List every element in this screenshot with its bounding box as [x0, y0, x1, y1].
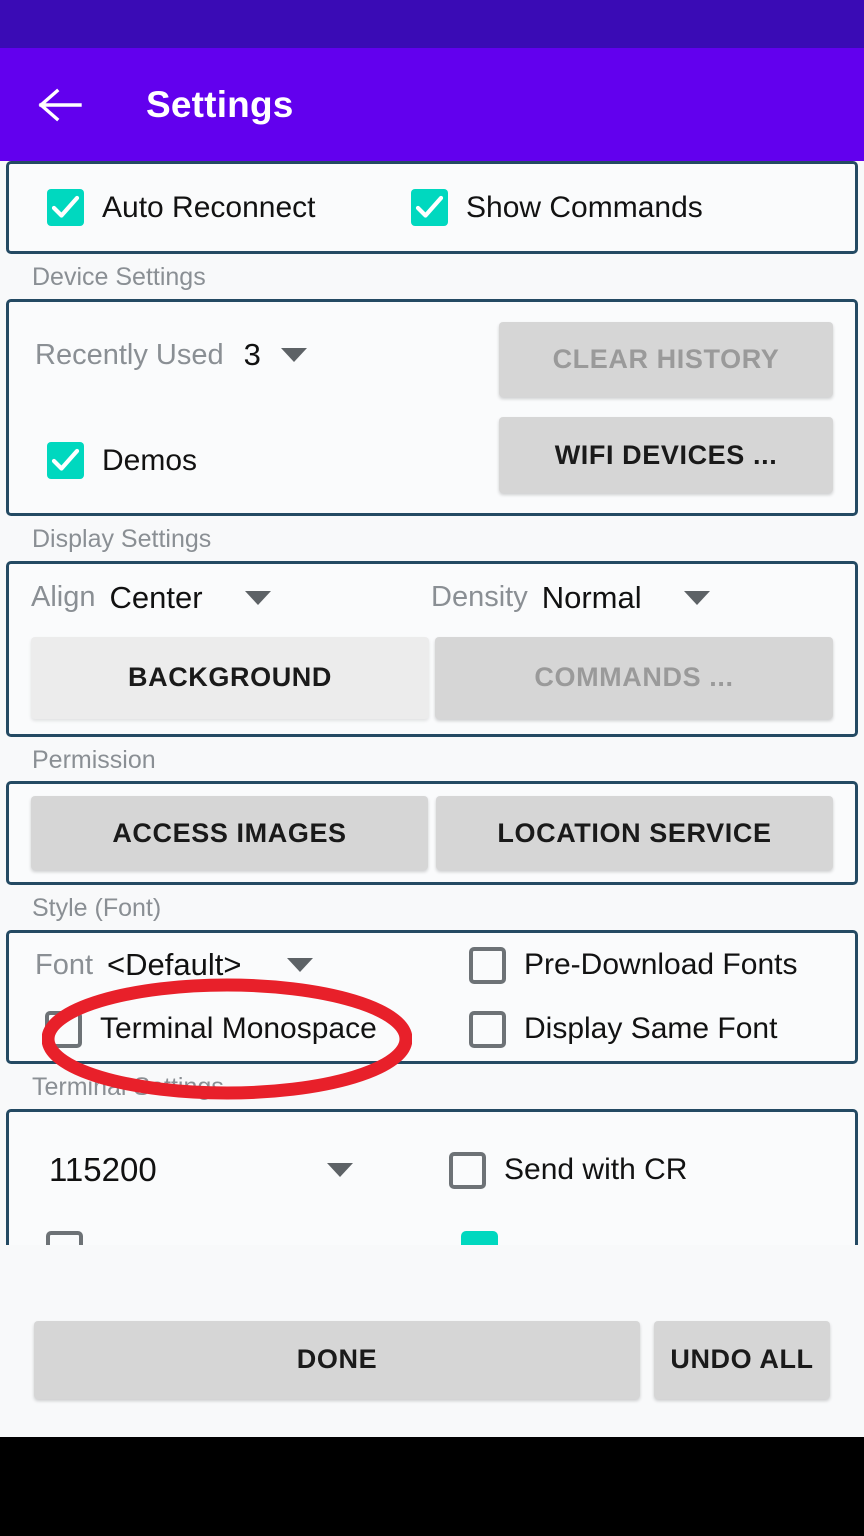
terminal-monospace-label: Terminal Monospace — [100, 1012, 377, 1045]
demos-label: Demos — [102, 443, 198, 477]
terminal-settings-section-label: Terminal Settings — [32, 1073, 224, 1101]
send-with-cr-label: Send with CR — [504, 1153, 688, 1187]
back-arrow-icon[interactable] — [34, 79, 86, 131]
recently-used-label: Recently Used — [35, 338, 224, 371]
font-label: Font — [35, 948, 94, 981]
chevron-down-icon[interactable] — [287, 958, 314, 972]
permission-panel: ACCESS IMAGES LOCATION SERVICE — [6, 781, 858, 886]
terminal-hidden-checkbox-right[interactable] — [461, 1230, 498, 1245]
permission-section-label: Permission — [32, 745, 156, 774]
wifi-devices-button[interactable]: WIFI DEVICES ... — [499, 417, 833, 493]
terminal-monospace-checkbox[interactable] — [45, 1010, 82, 1048]
density-label: Density — [431, 581, 528, 613]
terminal-hidden-checkbox-left[interactable] — [46, 1230, 83, 1245]
commands-button[interactable]: COMMANDS ... — [435, 636, 833, 719]
background-button[interactable]: BACKGROUND — [31, 636, 429, 719]
app-bar: Settings — [0, 48, 864, 161]
baud-rate-value: 115200 — [49, 1151, 157, 1189]
display-same-font-checkbox[interactable] — [469, 1010, 506, 1048]
chevron-down-icon[interactable] — [280, 348, 307, 363]
terminal-settings-clipped-row — [6, 1228, 858, 1245]
baud-rate-dropdown[interactable]: 115200 — [9, 1151, 449, 1189]
show-commands-row[interactable]: Show Commands — [411, 189, 703, 226]
send-with-cr-checkbox[interactable] — [449, 1151, 486, 1189]
density-value: Normal — [541, 579, 642, 615]
clear-history-button[interactable]: CLEAR HISTORY — [499, 321, 833, 398]
align-dropdown[interactable]: Align Center — [31, 580, 431, 616]
status-bar — [0, 0, 864, 48]
chevron-down-icon[interactable] — [683, 590, 710, 605]
align-value: Center — [109, 579, 203, 615]
chevron-down-icon[interactable] — [244, 590, 271, 605]
page-title: Settings — [146, 83, 294, 125]
device-settings-section-label: Device Settings — [32, 263, 206, 291]
pre-download-fonts-row[interactable]: Pre-Download Fonts — [469, 946, 855, 984]
general-toggles-panel: Auto Reconnect Show Commands — [6, 161, 858, 254]
system-navigation-bar — [0, 1437, 864, 1536]
font-value: <Default> — [107, 947, 242, 982]
terminal-settings-panel: 115200 Send with CR — [6, 1108, 858, 1229]
display-same-font-row[interactable]: Display Same Font — [469, 1010, 855, 1048]
auto-reconnect-checkbox[interactable] — [47, 189, 84, 226]
auto-reconnect-label: Auto Reconnect — [102, 190, 316, 224]
done-button[interactable]: DONE — [34, 1320, 640, 1399]
demos-row[interactable]: Demos — [35, 409, 489, 513]
style-font-panel: Font <Default> Pre-Download Fonts Termin… — [6, 930, 858, 1064]
send-with-cr-row[interactable]: Send with CR — [449, 1151, 855, 1189]
display-settings-panel: Align Center Density Normal BACKGROUND C… — [6, 560, 858, 737]
phone-screen: Settings Auto Reconnect Show Commands De… — [0, 0, 864, 1536]
display-same-font-label: Display Same Font — [524, 1012, 778, 1045]
bottom-action-bar: DONE UNDO ALL — [0, 1282, 864, 1437]
recently-used-row[interactable]: Recently Used 3 — [35, 302, 489, 409]
show-commands-checkbox[interactable] — [411, 189, 448, 226]
align-label: Align — [31, 581, 96, 613]
style-font-section-label: Style (Font) — [32, 894, 162, 923]
undo-all-button[interactable]: UNDO ALL — [654, 1320, 830, 1399]
font-dropdown[interactable]: Font <Default> — [9, 947, 469, 983]
recently-used-value: 3 — [243, 337, 261, 373]
pre-download-fonts-checkbox[interactable] — [469, 946, 506, 984]
chevron-down-icon[interactable] — [326, 1163, 353, 1178]
display-settings-section-label: Display Settings — [32, 524, 212, 553]
device-settings-panel: Recently Used 3 Demos CLEAR HISTORY WIFI… — [6, 298, 858, 516]
density-dropdown[interactable]: Density Normal — [431, 580, 710, 616]
auto-reconnect-row[interactable]: Auto Reconnect — [9, 189, 411, 226]
settings-scroll-area[interactable]: Auto Reconnect Show Commands Device Sett… — [0, 161, 864, 1282]
pre-download-fonts-label: Pre-Download Fonts — [524, 948, 798, 981]
terminal-monospace-row[interactable]: Terminal Monospace — [9, 1010, 469, 1048]
location-service-button[interactable]: LOCATION SERVICE — [436, 796, 833, 871]
access-images-button[interactable]: ACCESS IMAGES — [31, 796, 428, 871]
show-commands-label: Show Commands — [466, 190, 703, 224]
demos-checkbox[interactable] — [47, 442, 84, 480]
